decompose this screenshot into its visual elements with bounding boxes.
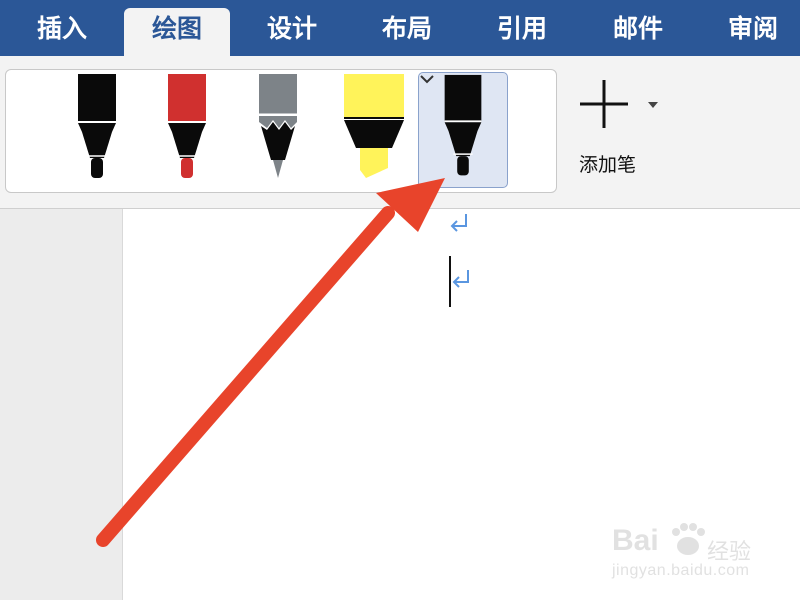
tab-label: 绘图 bbox=[151, 14, 202, 43]
add-pen-button[interactable]: 添加笔 bbox=[570, 76, 670, 196]
watermark: Bai 经验 jingyan.baidu.com bbox=[612, 522, 792, 592]
pencil-gray[interactable] bbox=[235, 72, 321, 190]
pen-gallery bbox=[5, 69, 557, 193]
draw-ribbon: 添加笔 bbox=[0, 56, 800, 209]
tab-layout[interactable]: 布局 bbox=[363, 8, 451, 56]
pencil-icon bbox=[258, 74, 298, 178]
paragraph-mark-icon bbox=[452, 270, 469, 288]
tab-design[interactable]: 设计 bbox=[248, 8, 336, 56]
add-pen-label: 添加笔 bbox=[579, 154, 637, 176]
dropdown-triangle-icon bbox=[648, 102, 658, 108]
tab-label: 引用 bbox=[496, 14, 547, 43]
pen-red[interactable] bbox=[144, 72, 230, 190]
tab-label: 设计 bbox=[266, 14, 317, 43]
tab-label: 布局 bbox=[381, 14, 432, 43]
tab-insert[interactable]: 插入 bbox=[18, 8, 106, 56]
text-cursor bbox=[449, 256, 451, 307]
ribbon-tab-bar: 插入 绘图 设计 布局 引用 邮件 审阅 bbox=[0, 0, 800, 56]
tab-draw[interactable]: 绘图 bbox=[124, 8, 230, 56]
highlighter-icon bbox=[344, 74, 404, 178]
tab-review[interactable]: 审阅 bbox=[709, 8, 797, 56]
chevron-down-icon[interactable] bbox=[419, 73, 435, 85]
document-margin bbox=[0, 209, 123, 600]
pen-black[interactable] bbox=[54, 72, 140, 190]
red-pen-icon bbox=[168, 74, 206, 178]
tab-label: 邮件 bbox=[612, 14, 663, 43]
tab-references[interactable]: 引用 bbox=[478, 8, 566, 56]
tab-label: 插入 bbox=[36, 14, 87, 43]
paragraph-mark-icon bbox=[450, 214, 467, 232]
watermark-url: jingyan.baidu.com bbox=[612, 562, 750, 579]
black-pen-icon bbox=[444, 74, 482, 176]
highlighter-yellow[interactable] bbox=[326, 72, 412, 190]
pen-black-selected[interactable] bbox=[418, 72, 508, 188]
paw-logo-icon bbox=[672, 523, 705, 555]
plus-icon bbox=[580, 80, 628, 128]
tab-mailings[interactable]: 邮件 bbox=[594, 8, 682, 56]
black-pen-icon bbox=[78, 74, 116, 178]
watermark-brand: Bai bbox=[612, 524, 659, 557]
tab-label: 审阅 bbox=[727, 14, 778, 43]
